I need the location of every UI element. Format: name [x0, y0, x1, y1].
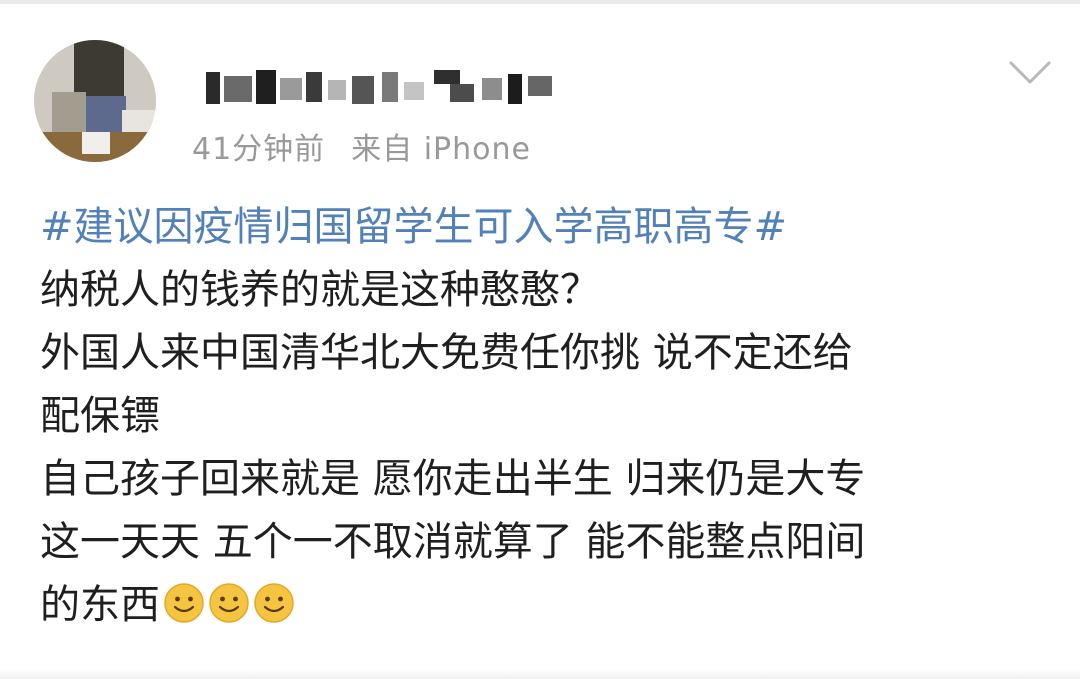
top-edge	[0, 0, 1080, 4]
smile-emoji-icon	[253, 580, 295, 623]
post-time: 41分钟前	[192, 132, 326, 167]
post-line-6: 的东西	[40, 574, 1050, 637]
post-line-5: 这一天天 五个一不取消就算了 能不能整点阳间	[40, 519, 866, 565]
post-line-4: 自己孩子回来就是 愿你走出半生 归来仍是大专	[40, 456, 866, 502]
post-line-6-text: 的东西	[40, 582, 160, 628]
post-line-1: 纳税人的钱养的就是这种憨憨？	[40, 267, 600, 313]
post-line-2: 外国人来中国清华北大免费任你挑 说不定还给	[40, 330, 853, 376]
post-meta: 41分钟前 来自 iPhone	[192, 124, 531, 168]
smile-emoji-icon	[163, 580, 205, 623]
post-source: 来自 iPhone	[351, 132, 531, 167]
hashtag-link[interactable]: #建议因疫情归国留学生可入学高职高专#	[40, 196, 1050, 259]
chevron-down-icon[interactable]	[1008, 58, 1052, 88]
bottom-edge	[0, 669, 1080, 679]
post-line-3: 配保镖	[40, 393, 160, 439]
user-avatar[interactable]	[34, 40, 156, 162]
smile-emoji-icon	[208, 580, 250, 623]
username-blurred[interactable]	[206, 62, 556, 106]
post-body: #建议因疫情归国留学生可入学高职高专# 纳税人的钱养的就是这种憨憨？ 外国人来中…	[40, 196, 1050, 637]
